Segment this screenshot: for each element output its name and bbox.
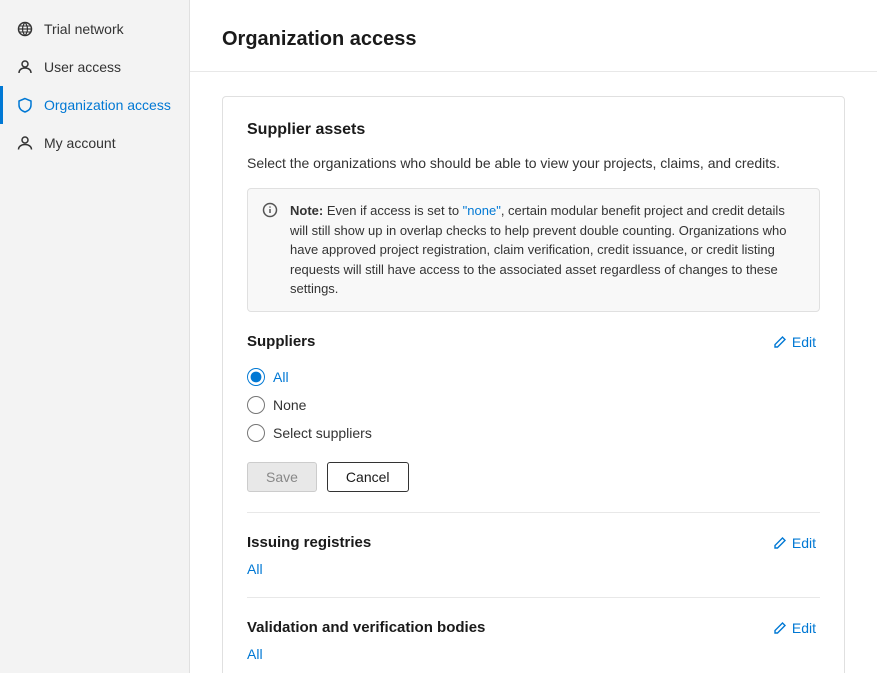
issuing-registries-section: Issuing registries Edit All	[247, 533, 820, 577]
sidebar-item-user-access[interactable]: User access	[0, 48, 189, 86]
issuing-registries-edit-button[interactable]: Edit	[769, 533, 820, 553]
radio-all-label: All	[273, 369, 289, 385]
supplier-assets-card: Supplier assets Select the organizations…	[222, 96, 845, 673]
note-none-text: "none"	[463, 203, 501, 218]
radio-none[interactable]: None	[247, 396, 820, 414]
radio-select-input[interactable]	[247, 424, 265, 442]
sidebar-item-trial-network[interactable]: Trial network	[0, 10, 189, 48]
sidebar-item-organization-access[interactable]: Organization access	[0, 86, 189, 124]
section-divider-1	[247, 512, 820, 513]
card-description: Select the organizations who should be a…	[247, 153, 820, 174]
edit-pencil-icon-2	[773, 536, 787, 550]
edit-pencil-icon	[773, 335, 787, 349]
sidebar-item-organization-access-label: Organization access	[44, 97, 171, 113]
suppliers-edit-label: Edit	[792, 334, 816, 350]
note-text: Note: Even if access is set to "none", c…	[290, 201, 805, 299]
page-title: Organization access	[222, 28, 845, 51]
sidebar-item-my-account[interactable]: My account	[0, 124, 189, 162]
person-icon	[16, 134, 34, 152]
validation-bodies-row: Validation and verification bodies Edit	[247, 618, 820, 638]
validation-bodies-edit-button[interactable]: Edit	[769, 618, 820, 638]
radio-all[interactable]: All	[247, 368, 820, 386]
shield-icon	[16, 96, 34, 114]
main-panel: Organization access Supplier assets Sele…	[190, 0, 877, 673]
card-title: Supplier assets	[247, 121, 820, 139]
validation-bodies-value: All	[247, 646, 263, 662]
issuing-registries-row: Issuing registries Edit	[247, 533, 820, 553]
radio-all-input[interactable]	[247, 368, 265, 386]
suppliers-section-row: Suppliers Edit	[247, 332, 820, 352]
issuing-registries-edit-label: Edit	[792, 535, 816, 551]
validation-bodies-section: Validation and verification bodies Edit …	[247, 618, 820, 662]
issuing-registries-value: All	[247, 561, 263, 577]
issuing-registries-title: Issuing registries	[247, 534, 371, 551]
validation-bodies-title: Validation and verification bodies	[247, 619, 485, 636]
suppliers-label: Suppliers	[247, 333, 315, 350]
validation-bodies-edit-label: Edit	[792, 620, 816, 636]
radio-none-input[interactable]	[247, 396, 265, 414]
sidebar-item-trial-network-label: Trial network	[44, 21, 124, 37]
action-buttons: Save Cancel	[247, 462, 820, 492]
note-box: Note: Even if access is set to "none", c…	[247, 188, 820, 312]
section-divider-2	[247, 597, 820, 598]
radio-group: All None Select suppliers	[247, 368, 820, 442]
suppliers-edit-button[interactable]: Edit	[769, 332, 820, 352]
radio-select-label: Select suppliers	[273, 425, 372, 441]
radio-none-label: None	[273, 397, 306, 413]
cancel-button[interactable]: Cancel	[327, 462, 409, 492]
edit-pencil-icon-3	[773, 621, 787, 635]
info-icon	[262, 201, 280, 219]
main-content: Supplier assets Select the organizations…	[190, 72, 877, 673]
globe-icon	[16, 20, 34, 38]
save-button[interactable]: Save	[247, 462, 317, 492]
note-bold: Note:	[290, 203, 323, 218]
sidebar-item-my-account-label: My account	[44, 135, 116, 151]
sidebar: Trial network User access Organization a…	[0, 0, 190, 673]
radio-select-suppliers[interactable]: Select suppliers	[247, 424, 820, 442]
user-icon	[16, 58, 34, 76]
main-header: Organization access	[190, 0, 877, 72]
sidebar-item-user-access-label: User access	[44, 59, 121, 75]
